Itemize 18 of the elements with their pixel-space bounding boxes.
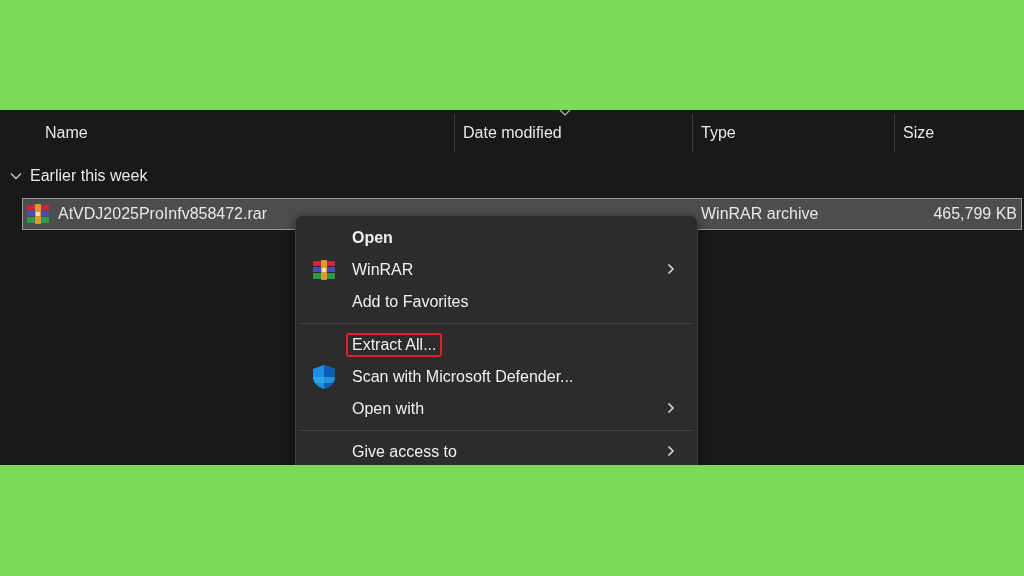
menu-item[interactable]: Extract All... (300, 329, 693, 361)
archive-icon (312, 260, 336, 280)
column-header[interactable]: Name (45, 124, 88, 142)
menu-item[interactable]: Open with (300, 393, 693, 425)
file-size: 465,799 KB (932, 205, 1018, 223)
column-header[interactable]: Date modified (463, 124, 562, 142)
group-label[interactable]: Earlier this week (30, 167, 148, 185)
chevron-icon[interactable] (10, 172, 22, 180)
archive-icon (26, 204, 50, 224)
menu-item[interactable]: Add to Favorites (300, 286, 693, 318)
menu-item[interactable]: Give access to (300, 436, 693, 465)
column-header[interactable]: Size (903, 124, 935, 142)
column-header[interactable]: Type (701, 124, 736, 142)
file-type: WinRAR archive (701, 205, 820, 223)
menu-item[interactable]: WinRAR (300, 254, 693, 286)
file-name: AtVDJ2025ProInfv858472.rar (58, 205, 267, 223)
menu-item[interactable]: Scan with Microsoft Defender... (300, 361, 693, 393)
shield-icon (312, 364, 336, 390)
